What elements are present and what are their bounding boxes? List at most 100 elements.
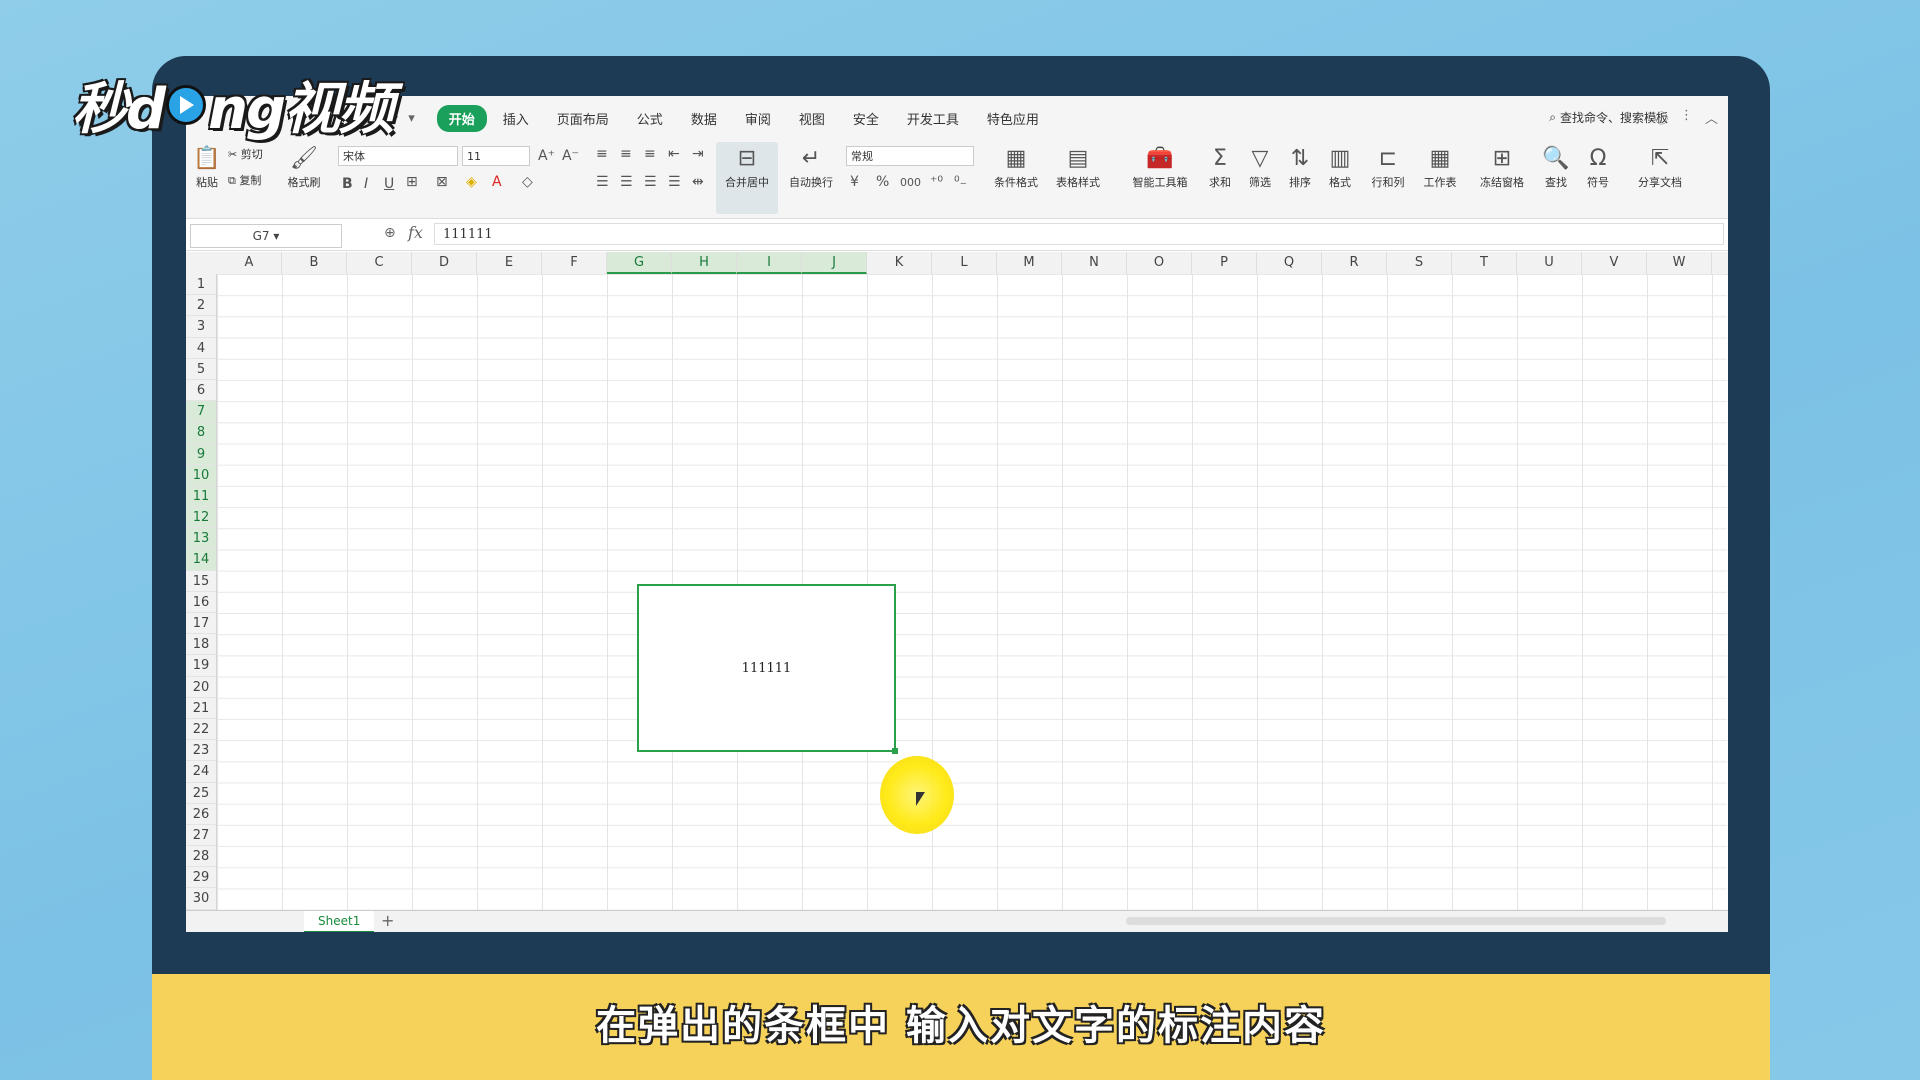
- column-header-i[interactable]: I: [737, 252, 802, 274]
- column-header-b[interactable]: B: [282, 252, 347, 274]
- tab-2[interactable]: 页面布局: [545, 105, 621, 132]
- worksheet-button[interactable]: ▦ 工作表: [1418, 146, 1462, 190]
- horizontal-scrollbar[interactable]: [1126, 917, 1666, 925]
- column-header-a[interactable]: A: [217, 252, 282, 274]
- format-painter-button[interactable]: 🖌 格式刷: [284, 146, 324, 190]
- column-header-j[interactable]: J: [802, 252, 867, 274]
- help-icon[interactable]: ⓘ: [1655, 108, 1668, 127]
- column-header-l[interactable]: L: [932, 252, 997, 274]
- merged-cell-g7-j14[interactable]: 111111: [637, 584, 896, 752]
- tab-6[interactable]: 视图: [787, 105, 837, 132]
- number-format-select[interactable]: 常规: [846, 146, 974, 166]
- row-header-24[interactable]: 24: [186, 761, 216, 783]
- row-header-12[interactable]: 12: [186, 507, 216, 529]
- column-header-r[interactable]: R: [1322, 252, 1387, 274]
- row-header-13[interactable]: 13: [186, 528, 216, 550]
- command-search[interactable]: ⌕ 查找命令、搜索模板: [1549, 109, 1668, 126]
- wrap-text-button[interactable]: ↵ 自动换行: [782, 146, 840, 190]
- row-header-16[interactable]: 16: [186, 592, 216, 613]
- bold-icon[interactable]: B: [342, 176, 353, 192]
- select-all-corner[interactable]: [186, 252, 216, 274]
- italic-icon[interactable]: I: [364, 176, 368, 192]
- align-top-icon[interactable]: ≡: [596, 146, 608, 162]
- percent-icon[interactable]: %: [876, 174, 889, 190]
- tab-3[interactable]: 公式: [625, 105, 675, 132]
- underline-icon[interactable]: U: [384, 176, 394, 192]
- row-header-30[interactable]: 30: [186, 888, 216, 910]
- format-button[interactable]: ▥ 格式: [1322, 146, 1358, 190]
- cut-button[interactable]: ✂ 剪切: [228, 146, 263, 162]
- currency-icon[interactable]: ¥: [850, 174, 859, 190]
- row-header-18[interactable]: 18: [186, 634, 216, 656]
- row-header-15[interactable]: 15: [186, 571, 216, 592]
- row-header-20[interactable]: 20: [186, 677, 216, 698]
- font-color-icon[interactable]: A: [492, 174, 502, 190]
- table-style-button[interactable]: ▤ 表格样式: [1050, 146, 1106, 190]
- paste-button[interactable]: 📋 粘贴: [192, 146, 222, 190]
- row-header-2[interactable]: 2: [186, 295, 216, 317]
- row-header-8[interactable]: 8: [186, 422, 216, 444]
- share-button[interactable]: ⇱ 分享文档: [1632, 146, 1688, 190]
- sheet-tab-sheet1[interactable]: Sheet1: [304, 911, 375, 932]
- decrease-font-icon[interactable]: A⁻: [562, 148, 579, 164]
- row-header-26[interactable]: 26: [186, 804, 216, 825]
- border-icon[interactable]: ⊞: [406, 174, 418, 190]
- row-header-3[interactable]: 3: [186, 316, 216, 338]
- tab-4[interactable]: 数据: [679, 105, 729, 132]
- row-header-14[interactable]: 14: [186, 549, 216, 571]
- formula-input[interactable]: 111111: [434, 223, 1724, 245]
- row-header-23[interactable]: 23: [186, 740, 216, 762]
- row-header-6[interactable]: 6: [186, 380, 216, 402]
- align-bottom-icon[interactable]: ≡: [644, 146, 656, 162]
- row-header-22[interactable]: 22: [186, 719, 216, 741]
- row-header-29[interactable]: 29: [186, 867, 216, 889]
- column-header-c[interactable]: C: [347, 252, 412, 274]
- column-header-f[interactable]: F: [542, 252, 607, 274]
- tab-5[interactable]: 审阅: [733, 105, 783, 132]
- copy-button[interactable]: ⧉ 复制: [228, 172, 261, 188]
- smart-toolbox-button[interactable]: 🧰 智能工具箱: [1128, 146, 1192, 190]
- symbol-button[interactable]: Ω 符号: [1580, 146, 1616, 190]
- column-header-q[interactable]: Q: [1257, 252, 1322, 274]
- thousands-icon[interactable]: 000: [900, 176, 921, 189]
- fill-handle[interactable]: [892, 748, 898, 754]
- indent-decrease-icon[interactable]: ⇤: [668, 146, 680, 162]
- conditional-format-button[interactable]: ▦ 条件格式: [988, 146, 1044, 190]
- merge-center-button[interactable]: ⊟ 合并居中: [716, 142, 778, 214]
- filter-button[interactable]: ▽ 筛选: [1242, 146, 1278, 190]
- row-header-17[interactable]: 17: [186, 613, 216, 635]
- fx-icon[interactable]: fx: [408, 223, 423, 242]
- justify-icon[interactable]: ☰: [668, 174, 681, 190]
- column-header-m[interactable]: M: [997, 252, 1062, 274]
- align-middle-icon[interactable]: ≡: [620, 146, 632, 162]
- row-header-27[interactable]: 27: [186, 825, 216, 847]
- name-box[interactable]: G7 ▾: [190, 224, 342, 248]
- increase-font-icon[interactable]: A⁺: [538, 148, 555, 164]
- row-header-28[interactable]: 28: [186, 846, 216, 868]
- row-header-4[interactable]: 4: [186, 338, 216, 359]
- sort-button[interactable]: ⇅ 排序: [1282, 146, 1318, 190]
- column-header-k[interactable]: K: [867, 252, 932, 274]
- tab-7[interactable]: 安全: [841, 105, 891, 132]
- row-header-25[interactable]: 25: [186, 783, 216, 804]
- row-header-21[interactable]: 21: [186, 698, 216, 719]
- row-header-5[interactable]: 5: [186, 359, 216, 380]
- tab-1[interactable]: 插入: [491, 105, 541, 132]
- font-size-select[interactable]: 11: [462, 146, 530, 166]
- rows-cols-button[interactable]: ⊏ 行和列: [1366, 146, 1410, 190]
- cell-style-icon[interactable]: ⊠: [436, 174, 448, 190]
- tab-9[interactable]: 特色应用: [975, 105, 1051, 132]
- fill-color-icon[interactable]: ◈: [466, 174, 477, 190]
- tab-8[interactable]: 开发工具: [895, 105, 971, 132]
- column-header-p[interactable]: P: [1192, 252, 1257, 274]
- row-header-10[interactable]: 10: [186, 464, 216, 486]
- row-header-1[interactable]: 1: [186, 274, 216, 296]
- column-header-e[interactable]: E: [477, 252, 542, 274]
- more-icon[interactable]: ⋮: [1680, 108, 1693, 127]
- row-header-11[interactable]: 11: [186, 485, 216, 508]
- row-header-9[interactable]: 9: [186, 443, 216, 465]
- cell-grid[interactable]: 111111: [217, 274, 1727, 910]
- chevron-down-icon[interactable]: ▾: [408, 111, 415, 126]
- column-header-t[interactable]: T: [1452, 252, 1517, 274]
- column-header-s[interactable]: S: [1387, 252, 1452, 274]
